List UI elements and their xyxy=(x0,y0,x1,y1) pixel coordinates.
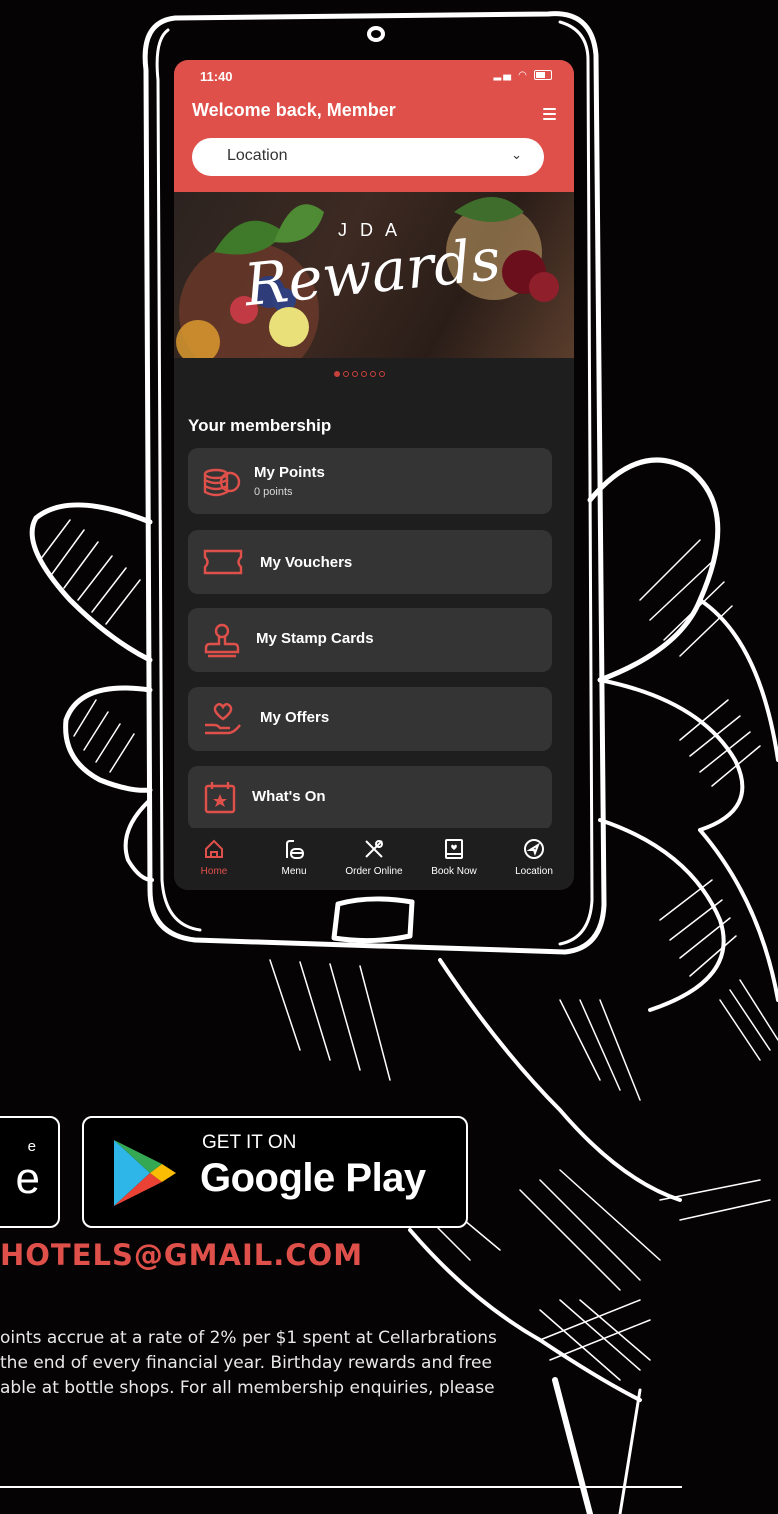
fine-print-line: oints accrue at a rate of 2% per $1 spen… xyxy=(0,1328,497,1348)
battery-icon xyxy=(534,70,552,80)
hamburger-menu-icon[interactable] xyxy=(543,108,556,123)
carousel-dot[interactable] xyxy=(352,371,358,377)
bottom-tab-bar: Home Menu Order Online Book Now Location xyxy=(174,828,574,890)
carousel-dot[interactable] xyxy=(361,371,367,377)
carousel-dot[interactable] xyxy=(334,371,340,377)
stamp-icon xyxy=(204,623,240,658)
contact-email-link[interactable]: HOTELS@GMAIL.COM xyxy=(0,1238,363,1272)
chevron-down-icon: ⌄ xyxy=(511,148,522,163)
tab-label: Menu xyxy=(281,866,307,877)
divider xyxy=(0,1486,682,1488)
rewards-banner[interactable]: J D A Rewards xyxy=(174,192,574,358)
my-points-card[interactable]: My Points 0 points xyxy=(188,448,552,514)
whats-on-card[interactable]: What's On xyxy=(188,766,552,830)
ticket-icon xyxy=(203,549,243,575)
carousel-dot[interactable] xyxy=(379,371,385,377)
google-play-badge[interactable]: GET IT ON Google Play xyxy=(82,1116,468,1228)
card-title: My Offers xyxy=(260,709,330,726)
location-select-label: Location xyxy=(227,147,288,164)
location-select[interactable]: Location ⌄ xyxy=(192,138,544,176)
google-play-icon xyxy=(114,1140,176,1206)
fine-print-line: able at bottle shops. For all membership… xyxy=(0,1378,495,1398)
carousel-dot[interactable] xyxy=(343,371,349,377)
my-offers-card[interactable]: My Offers xyxy=(188,687,552,751)
wifi-icon: ◠ xyxy=(518,70,529,81)
google-play-small-text: GET IT ON xyxy=(202,1132,297,1153)
hand-heart-icon xyxy=(205,703,241,735)
tab-label: Home xyxy=(200,866,228,877)
my-stamp-cards-card[interactable]: My Stamp Cards xyxy=(188,608,552,672)
status-time: 11:40 xyxy=(200,69,233,84)
card-subtitle: 0 points xyxy=(254,486,293,498)
membership-section-title: Your membership xyxy=(188,416,332,435)
tab-label: Location xyxy=(515,866,553,877)
compass-icon xyxy=(524,839,544,859)
app-header: 11:40 ▂▄ ◠ Welcome back, Member Location… xyxy=(174,60,574,192)
tab-label: Order Online xyxy=(345,866,403,877)
coins-icon xyxy=(203,468,241,497)
app-store-badge-big-text: e xyxy=(15,1154,40,1203)
book-icon xyxy=(445,839,463,859)
calendar-star-icon xyxy=(204,782,236,814)
card-title: My Stamp Cards xyxy=(256,630,374,647)
card-title: What's On xyxy=(252,788,326,805)
home-icon xyxy=(205,839,223,858)
fine-print-line: the end of every financial year. Birthda… xyxy=(0,1353,492,1373)
app-screen: 11:40 ▂▄ ◠ Welcome back, Member Location… xyxy=(174,60,574,890)
card-title: My Vouchers xyxy=(260,554,353,571)
menu-icon xyxy=(286,840,304,859)
app-store-badge-small-text: e xyxy=(27,1138,36,1155)
utensils-icon xyxy=(365,840,383,858)
my-vouchers-card[interactable]: My Vouchers xyxy=(188,530,552,594)
card-title: My Points xyxy=(254,464,325,481)
carousel-dots[interactable] xyxy=(334,362,388,381)
status-icons: ▂▄ ◠ xyxy=(493,70,552,81)
app-store-badge[interactable]: e e xyxy=(0,1116,60,1228)
tab-label: Book Now xyxy=(431,866,477,877)
carousel-dot[interactable] xyxy=(370,371,376,377)
google-play-big-text: Google Play xyxy=(200,1156,426,1200)
welcome-title: Welcome back, Member xyxy=(192,100,396,120)
signal-icon: ▂▄ xyxy=(493,70,513,81)
